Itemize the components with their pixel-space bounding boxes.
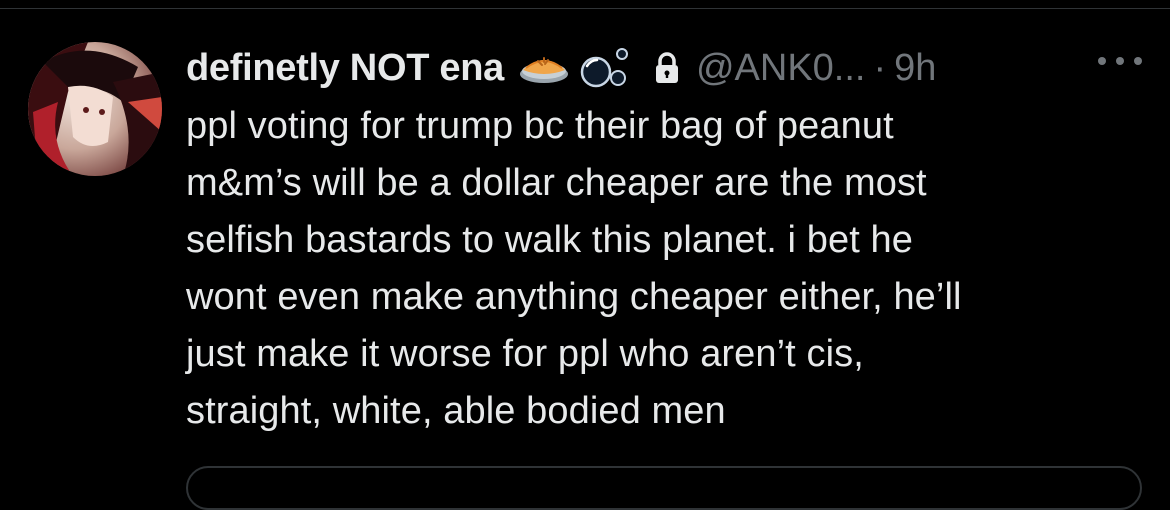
more-dot <box>1098 57 1106 65</box>
display-name[interactable]: definetly NOT ena <box>186 47 504 90</box>
handle[interactable]: @ANK0... <box>696 47 866 90</box>
tweet-header: definetly NOT ena @ANK0... · 9h <box>186 38 1146 98</box>
lock-icon <box>652 51 682 85</box>
tweet-text: ppl voting for trump bc their bag of pea… <box>186 105 962 432</box>
more-options-icon[interactable] <box>1098 48 1142 74</box>
timestamp[interactable]: 9h <box>894 47 936 90</box>
avatar[interactable] <box>28 42 162 176</box>
more-dot <box>1116 57 1124 65</box>
tweet[interactable]: definetly NOT ena @ANK0... · 9h ppl voti… <box>0 0 1170 510</box>
pie-emoji <box>518 48 570 88</box>
separator-dot: · <box>873 46 887 89</box>
tweet-content: definetly NOT ena @ANK0... · 9h ppl voti… <box>186 38 1146 440</box>
quoted-tweet-card[interactable] <box>186 466 1142 510</box>
bubbles-emoji <box>578 46 632 90</box>
more-dot <box>1134 57 1142 65</box>
